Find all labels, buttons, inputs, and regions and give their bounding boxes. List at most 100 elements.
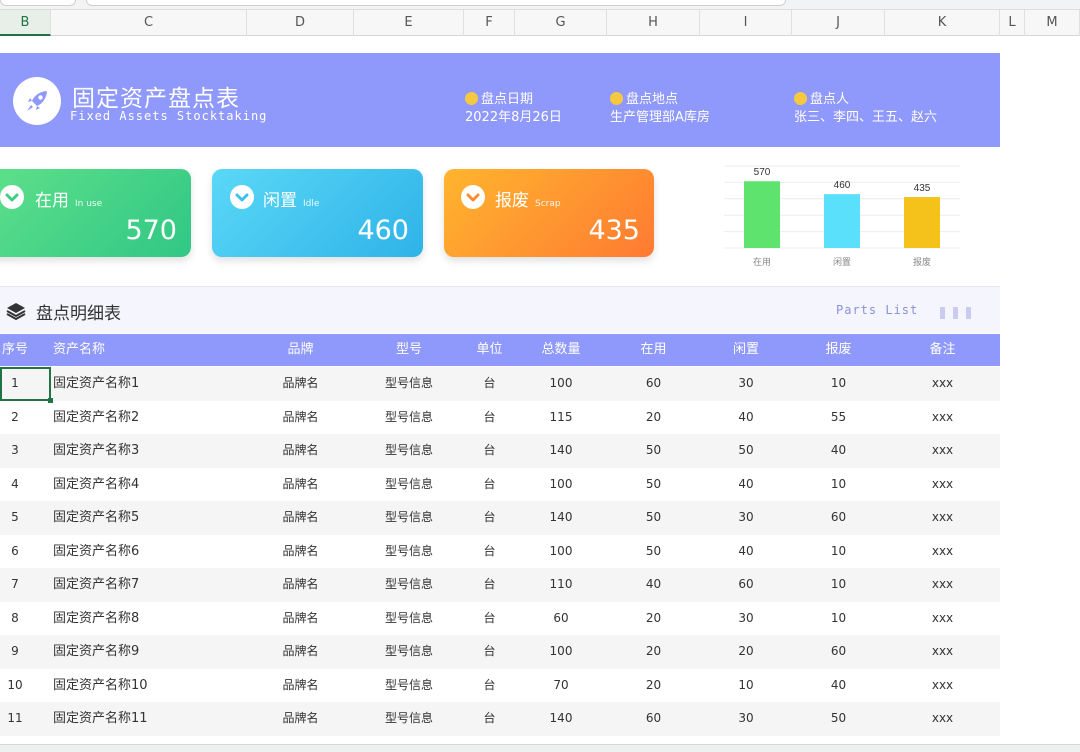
table-row[interactable]: 5 固定资产名称5 品牌名 型号信息台 140 50 30 60 xxx xyxy=(0,501,1000,535)
cell-idle[interactable]: 30 xyxy=(700,602,792,635)
cell-asset-name[interactable]: 固定资产名称7 xyxy=(53,568,203,601)
cell-in-use[interactable]: 60 xyxy=(607,702,700,735)
column-header-h[interactable]: H xyxy=(607,10,700,36)
cell-idle[interactable]: 10 xyxy=(700,669,792,702)
table-row[interactable]: 11 固定资产名称11 品牌名 型号信息台 140 60 30 50 xxx xyxy=(0,702,1000,736)
fill-handle[interactable] xyxy=(48,398,53,403)
cell-brand[interactable]: 品牌名 xyxy=(247,501,354,534)
cell-note[interactable]: xxx xyxy=(885,635,1000,668)
cell-total[interactable]: 60 xyxy=(515,602,607,635)
cell-model[interactable]: 型号信息 xyxy=(354,434,464,467)
cell-in-use[interactable]: 50 xyxy=(607,501,700,534)
cell-in-use[interactable]: 50 xyxy=(607,468,700,501)
column-header-k[interactable]: K xyxy=(885,10,1000,36)
cell-in-use[interactable]: 20 xyxy=(607,401,700,434)
table-row[interactable]: 6 固定资产名称6 品牌名 型号信息台 100 50 40 10 xxx xyxy=(0,535,1000,569)
cell-in-use[interactable]: 20 xyxy=(607,635,700,668)
cell-total[interactable]: 140 xyxy=(515,501,607,534)
header-brand[interactable]: 品牌 xyxy=(247,334,354,366)
table-row[interactable]: 4 固定资产名称4 品牌名 型号信息台 100 50 40 10 xxx xyxy=(0,468,1000,502)
cell-model[interactable]: 型号信息 xyxy=(354,635,464,668)
cell-seq[interactable]: 2 xyxy=(0,401,30,434)
cell-total[interactable]: 70 xyxy=(515,669,607,702)
column-header-j[interactable]: J xyxy=(792,10,885,36)
column-header-l[interactable]: L xyxy=(1000,10,1025,36)
cell-brand[interactable]: 品牌名 xyxy=(247,702,354,735)
cell-brand[interactable]: 品牌名 xyxy=(247,535,354,568)
cell-in-use[interactable]: 20 xyxy=(607,669,700,702)
cell-asset-name[interactable]: 固定资产名称9 xyxy=(53,635,203,668)
formula-bar-tab[interactable] xyxy=(0,0,76,6)
cell-note[interactable]: xxx xyxy=(885,568,1000,601)
header-seq[interactable]: 序号 xyxy=(0,334,30,366)
cell-seq[interactable]: 7 xyxy=(0,568,30,601)
table-row[interactable]: 3 固定资产名称3 品牌名 型号信息台 140 50 50 40 xxx xyxy=(0,434,1000,468)
cell-idle[interactable]: 60 xyxy=(700,568,792,601)
cell-model[interactable]: 型号信息 xyxy=(354,468,464,501)
cell-brand[interactable]: 品牌名 xyxy=(247,434,354,467)
header-unit[interactable]: 单位 xyxy=(464,334,515,366)
cell-note[interactable]: xxx xyxy=(885,669,1000,702)
cell-scrap[interactable]: 10 xyxy=(792,568,885,601)
cell-seq[interactable]: 6 xyxy=(0,535,30,568)
column-header-e[interactable]: E xyxy=(354,10,464,36)
cell-model[interactable]: 型号信息 xyxy=(354,401,464,434)
cell-model[interactable]: 型号信息 xyxy=(354,702,464,735)
selected-cell-cursor[interactable] xyxy=(0,367,53,403)
cell-scrap[interactable]: 10 xyxy=(792,602,885,635)
cell-scrap[interactable]: 60 xyxy=(792,635,885,668)
status-bar-chart[interactable]: 570 在用 460 闲置 435 报废 xyxy=(722,158,962,270)
table-row[interactable]: 8 固定资产名称8 品牌名 型号信息台 60 20 30 10 xxx xyxy=(0,602,1000,636)
column-header-m[interactable]: M xyxy=(1025,10,1080,36)
cell-asset-name[interactable]: 固定资产名称6 xyxy=(53,535,203,568)
cell-asset-name[interactable]: 固定资产名称4 xyxy=(53,468,203,501)
cell-note[interactable]: xxx xyxy=(885,367,1000,400)
cell-total[interactable]: 115 xyxy=(515,401,607,434)
column-header-g[interactable]: G xyxy=(515,10,607,36)
cell-brand[interactable]: 品牌名 xyxy=(247,568,354,601)
cell-seq[interactable]: 9 xyxy=(0,635,30,668)
cell-unit[interactable]: 台 xyxy=(464,367,515,400)
cell-idle[interactable]: 40 xyxy=(700,535,792,568)
cell-model[interactable]: 型号信息 xyxy=(354,535,464,568)
table-row[interactable]: 9 固定资产名称9 品牌名 型号信息台 100 20 20 60 xxx xyxy=(0,635,1000,669)
cell-scrap[interactable]: 40 xyxy=(792,434,885,467)
header-note[interactable]: 备注 xyxy=(885,334,1000,366)
cell-brand[interactable]: 品牌名 xyxy=(247,602,354,635)
cell-brand[interactable]: 品牌名 xyxy=(247,468,354,501)
cell-asset-name[interactable]: 固定资产名称5 xyxy=(53,501,203,534)
cell-model[interactable]: 型号信息 xyxy=(354,602,464,635)
cell-unit[interactable]: 台 xyxy=(464,702,515,735)
cell-model[interactable]: 型号信息 xyxy=(354,367,464,400)
header-scrap[interactable]: 报废 xyxy=(792,334,885,366)
cell-total[interactable]: 110 xyxy=(515,568,607,601)
cell-note[interactable]: xxx xyxy=(885,434,1000,467)
cell-seq[interactable]: 3 xyxy=(0,434,30,467)
cell-seq[interactable]: 4 xyxy=(0,468,30,501)
cell-note[interactable]: xxx xyxy=(885,535,1000,568)
cell-idle[interactable]: 30 xyxy=(700,367,792,400)
header-idle[interactable]: 闲置 xyxy=(700,334,792,366)
cell-asset-name[interactable]: 固定资产名称10 xyxy=(53,669,203,702)
cell-note[interactable]: xxx xyxy=(885,602,1000,635)
cell-in-use[interactable]: 50 xyxy=(607,535,700,568)
cell-seq[interactable]: 5 xyxy=(0,501,30,534)
bar-1[interactable] xyxy=(744,181,780,248)
cell-total[interactable]: 140 xyxy=(515,702,607,735)
cell-unit[interactable]: 台 xyxy=(464,401,515,434)
cell-total[interactable]: 140 xyxy=(515,434,607,467)
cell-seq[interactable]: 11 xyxy=(0,702,30,735)
cell-unit[interactable]: 台 xyxy=(464,669,515,702)
formula-bar-input[interactable] xyxy=(86,0,786,6)
cell-idle[interactable]: 40 xyxy=(700,468,792,501)
cell-brand[interactable]: 品牌名 xyxy=(247,367,354,400)
cell-note[interactable]: xxx xyxy=(885,468,1000,501)
cell-model[interactable]: 型号信息 xyxy=(354,501,464,534)
cell-brand[interactable]: 品牌名 xyxy=(247,401,354,434)
cell-asset-name[interactable]: 固定资产名称3 xyxy=(53,434,203,467)
table-row[interactable]: 7 固定资产名称7 品牌名 型号信息台 110 40 60 10 xxx xyxy=(0,568,1000,602)
table-row[interactable]: 10 固定资产名称10 品牌名 型号信息台 70 20 10 40 xxx xyxy=(0,669,1000,703)
cell-seq[interactable]: 8 xyxy=(0,602,30,635)
cell-in-use[interactable]: 40 xyxy=(607,568,700,601)
cell-scrap[interactable]: 50 xyxy=(792,702,885,735)
